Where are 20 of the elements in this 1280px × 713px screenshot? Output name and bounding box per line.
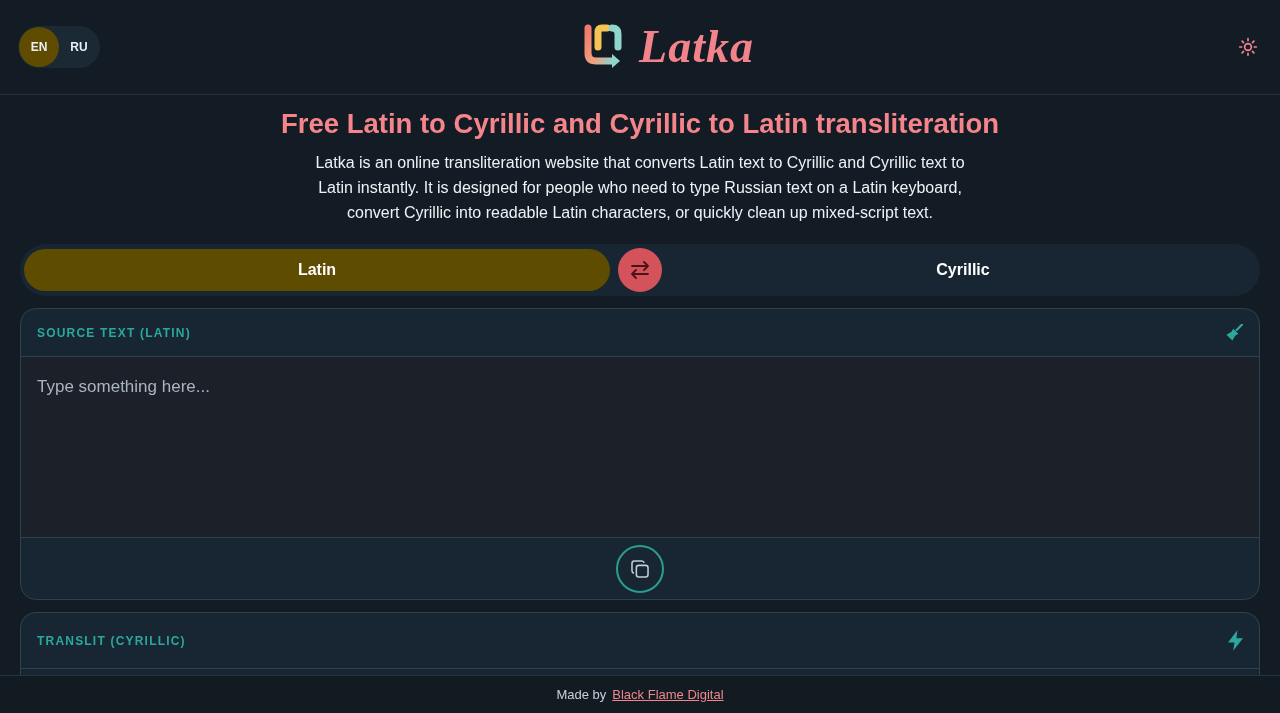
sun-icon [1238,37,1258,57]
source-text-field[interactable]: Type something here... [21,357,1259,537]
direction-tab[interactable]: Latin [24,249,610,291]
logo-text: Latka [639,20,754,74]
direction-tab[interactable]: Cyrillic [670,249,1256,291]
copy-icon [631,559,649,578]
broom-icon [1226,324,1243,341]
panel-label: SOURCE TEXT (LATIN) [37,325,191,340]
footer-text: Made by [556,687,607,702]
intro-paragraph: Latka is an online transliteration website that converts Latin text to Cyrillic and Cyrillic text to Latin instantly. It is designed for people who need to type Russian text on a Latin keyboard, convert Cyrillic into readable Latin characters, or quickly clean up mixed-script text. [314,153,966,223]
swap-icon [631,261,649,279]
language-button[interactable]: RU [59,27,99,67]
panel-label: TRANSLIT (CYRILLIC) [37,633,186,648]
page-title: Free Latin to Cyrillic and Cyrillic to Latin transliteration [279,108,1001,140]
swap-button[interactable] [618,248,662,292]
lightning-icon [1228,630,1243,651]
credit-link[interactable]: Black Flame Digital [612,687,724,702]
copy-button[interactable] [616,544,664,593]
clear-button[interactable] [1226,324,1243,341]
language-button[interactable]: EN [19,27,59,67]
